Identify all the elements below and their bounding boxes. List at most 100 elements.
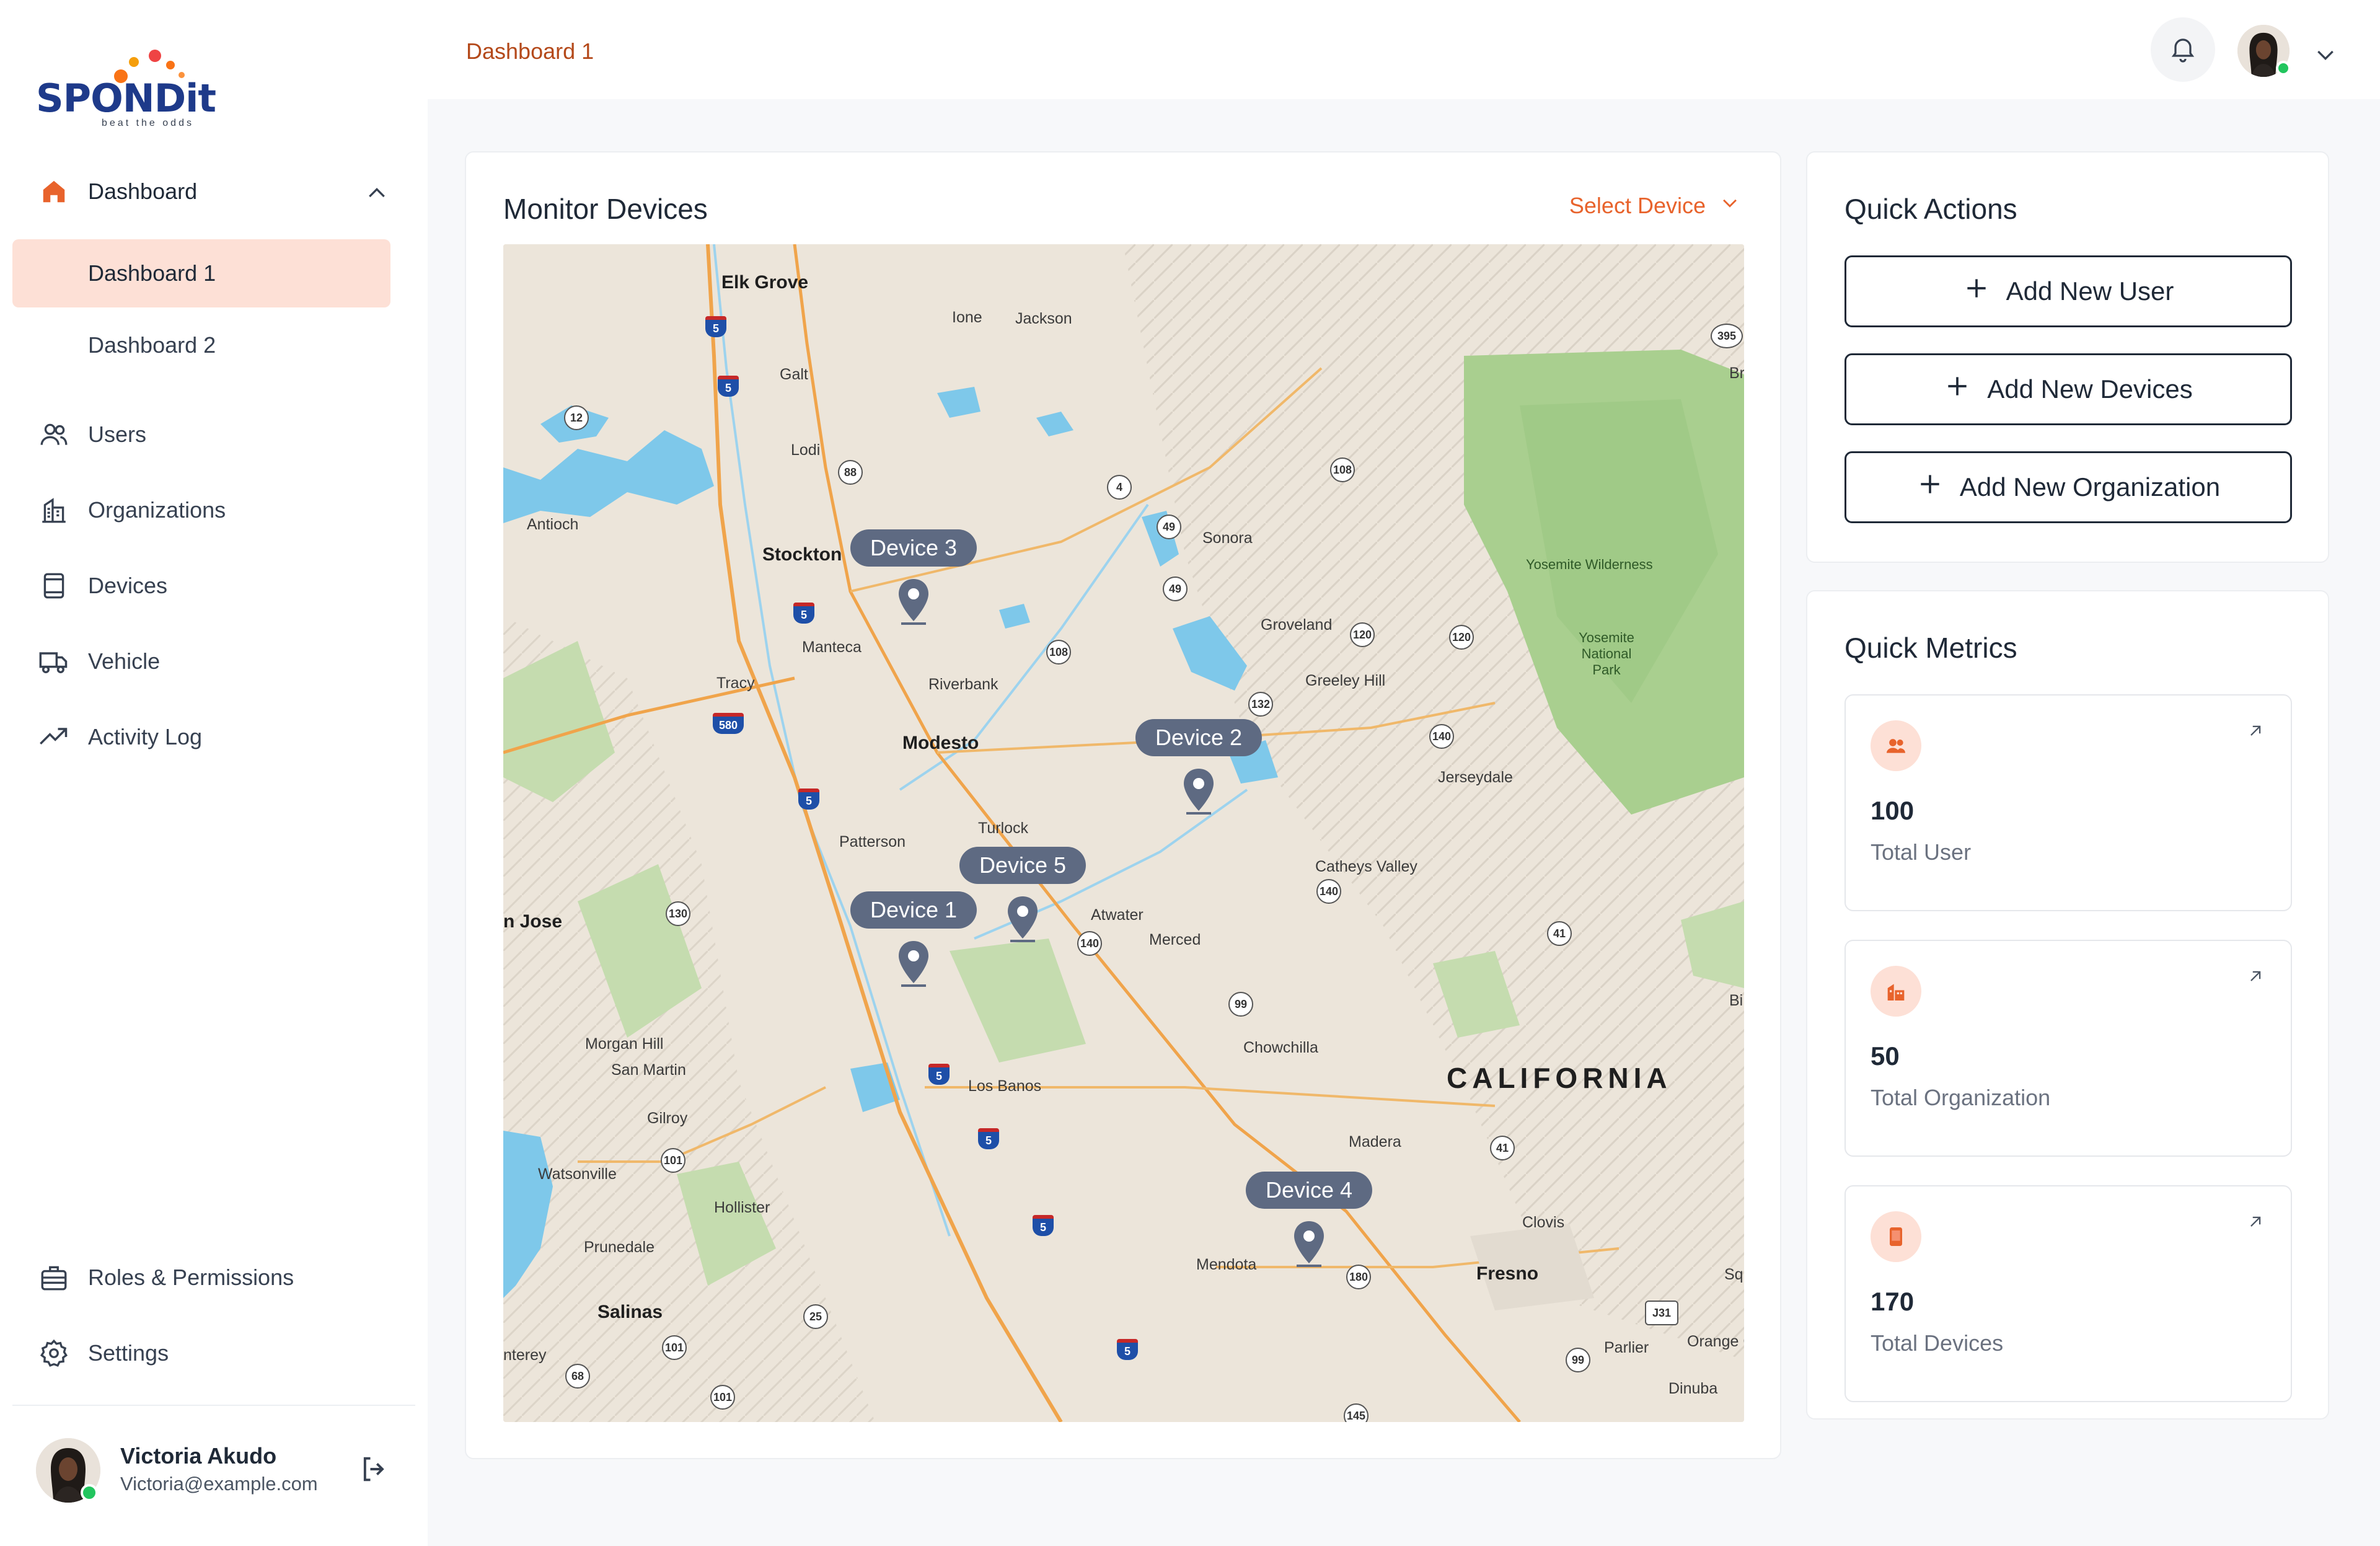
- map-place: Yosemite Wilderness: [1526, 557, 1653, 572]
- device-map[interactable]: Elk Grove Ione Jackson Galt Lodi Antioch…: [503, 244, 1744, 1422]
- map-place: Jerseydale: [1438, 769, 1513, 786]
- topbar: Dashboard 1: [428, 0, 2380, 99]
- brand-name: SPONDit: [36, 76, 216, 121]
- metric-total-organization[interactable]: 50 Total Organization: [1844, 940, 2292, 1157]
- building-icon: [37, 493, 71, 527]
- sidebar-user-profile[interactable]: Victoria Akudo Victoria@example.com: [36, 1438, 408, 1506]
- route-shield: 4: [1107, 475, 1132, 500]
- map-state-label: CALIFORNIA: [1447, 1062, 1672, 1094]
- online-status-dot: [2276, 61, 2291, 76]
- tablet-icon: [1871, 1211, 1921, 1262]
- map-place: Dinuba: [1668, 1380, 1718, 1397]
- device-label: Device 2: [1135, 719, 1263, 756]
- gear-icon: [37, 1336, 71, 1370]
- notification-button[interactable]: [2151, 17, 2215, 82]
- chevron-up-icon[interactable]: [364, 181, 389, 209]
- sidebar-item-label: Users: [88, 422, 147, 447]
- user-email: Victoria@example.com: [120, 1473, 318, 1495]
- sidebar-item-organizations[interactable]: Organizations: [12, 476, 390, 544]
- map-place: Clovis: [1522, 1214, 1565, 1231]
- select-device-dropdown[interactable]: Select Device: [1569, 192, 1740, 219]
- arrow-up-right-icon[interactable]: [2245, 1211, 2266, 1235]
- map-place: San Martin: [611, 1061, 686, 1079]
- brand-logo[interactable]: SPONDit beat the odds: [36, 48, 216, 129]
- sidebar-subitem-label: Dashboard 1: [88, 260, 216, 286]
- users-icon: [37, 418, 71, 451]
- map-place: Sonora: [1202, 529, 1253, 547]
- quick-actions-card: Quick Actions Add New User Add New Devic…: [1806, 151, 2329, 563]
- logout-icon[interactable]: [358, 1453, 390, 1488]
- sidebar-subitem-dashboard-2[interactable]: Dashboard 2: [12, 311, 390, 379]
- map-place: Hollister: [714, 1199, 770, 1216]
- sidebar-item-roles-permissions[interactable]: Roles & Permissions: [12, 1243, 390, 1312]
- route-shield: 101: [662, 1335, 687, 1360]
- metric-value: 100: [1871, 796, 1915, 825]
- metric-value: 50: [1871, 1041, 1900, 1071]
- bell-icon: [2168, 33, 2198, 66]
- add-new-organization-button[interactable]: Add New Organization: [1844, 451, 2292, 523]
- map-place: Chowchilla: [1243, 1039, 1318, 1056]
- sidebar-item-users[interactable]: Users: [12, 400, 390, 469]
- app-root: SPONDit beat the odds Dashboard Dashboar…: [0, 0, 2380, 1546]
- sidebar-divider: [12, 1405, 415, 1406]
- briefcase-icon: [37, 1261, 71, 1294]
- map-place: Atwater: [1091, 906, 1144, 924]
- plus-icon: [1916, 470, 1944, 504]
- map-place: Merced: [1149, 931, 1201, 948]
- metric-label: Total Organization: [1871, 1085, 2051, 1110]
- map-place: Catheys Valley: [1315, 858, 1417, 875]
- interstate-shield: 5: [705, 316, 726, 337]
- route-shield: 140: [1077, 931, 1102, 956]
- add-new-user-button[interactable]: Add New User: [1844, 255, 2292, 327]
- online-status-dot: [81, 1484, 98, 1501]
- map-place: Yosemite National Park: [1579, 630, 1634, 678]
- map-place: Prunedale: [584, 1239, 654, 1256]
- interstate-shield: 5: [1033, 1215, 1054, 1236]
- trend-icon: [37, 720, 71, 754]
- sidebar-item-label: Vehicle: [88, 648, 161, 674]
- sidebar-item-label: Settings: [88, 1340, 169, 1366]
- metric-total-devices[interactable]: 170 Total Devices: [1844, 1185, 2292, 1402]
- breadcrumb[interactable]: Dashboard 1: [466, 38, 594, 64]
- device-icon: [37, 569, 71, 603]
- sidebar-item-settings[interactable]: Settings: [12, 1319, 390, 1387]
- device-label: Device 3: [850, 529, 977, 567]
- route-shield: 108: [1330, 457, 1355, 482]
- arrow-up-right-icon[interactable]: [2245, 720, 2266, 744]
- sidebar-item-label: Dashboard: [88, 179, 198, 204]
- map-place: Antioch: [527, 516, 579, 533]
- sidebar-item-vehicle[interactable]: Vehicle: [12, 627, 390, 696]
- add-new-devices-button[interactable]: Add New Devices: [1844, 353, 2292, 425]
- map-place: Gilroy: [647, 1110, 688, 1127]
- chevron-down-icon[interactable]: [2313, 42, 2338, 70]
- map-place: Squ: [1724, 1266, 1744, 1283]
- map-place: Patterson: [839, 833, 906, 850]
- button-label: Add New Devices: [1987, 374, 2193, 404]
- county-shield: J31: [1645, 1301, 1678, 1325]
- sidebar-item-label: Organizations: [88, 497, 226, 523]
- interstate-shield: 5: [928, 1064, 950, 1085]
- map-place: Madera: [1349, 1133, 1401, 1151]
- map-place: Stockton: [762, 544, 842, 565]
- sidebar: SPONDit beat the odds Dashboard Dashboar…: [0, 0, 428, 1546]
- sidebar-item-devices[interactable]: Devices: [12, 552, 390, 620]
- route-shield: 12: [564, 405, 589, 430]
- route-shield: 101: [661, 1148, 685, 1173]
- sidebar-subitem-dashboard-1[interactable]: Dashboard 1: [12, 239, 390, 307]
- map-place: Turlock: [978, 819, 1029, 837]
- map-place: Parlier: [1604, 1339, 1649, 1356]
- monitor-devices-card: Monitor Devices Select Device Elk Grove …: [465, 151, 1781, 1459]
- sidebar-item-dashboard[interactable]: Dashboard: [12, 157, 390, 226]
- sidebar-item-activity-log[interactable]: Activity Log: [12, 703, 390, 771]
- route-shield: 140: [1316, 879, 1341, 904]
- metric-total-user[interactable]: 100 Total User: [1844, 694, 2292, 911]
- users-icon: [1871, 720, 1921, 771]
- route-shield: 101: [710, 1385, 735, 1410]
- metric-label: Total User: [1871, 839, 1972, 865]
- map-place: Morgan Hill: [585, 1035, 664, 1053]
- map-place: n Jose: [503, 911, 563, 932]
- button-label: Add New Organization: [1959, 472, 2221, 501]
- route-shield: 41: [1547, 921, 1572, 946]
- arrow-up-right-icon[interactable]: [2245, 966, 2266, 990]
- route-shield: 25: [803, 1304, 828, 1329]
